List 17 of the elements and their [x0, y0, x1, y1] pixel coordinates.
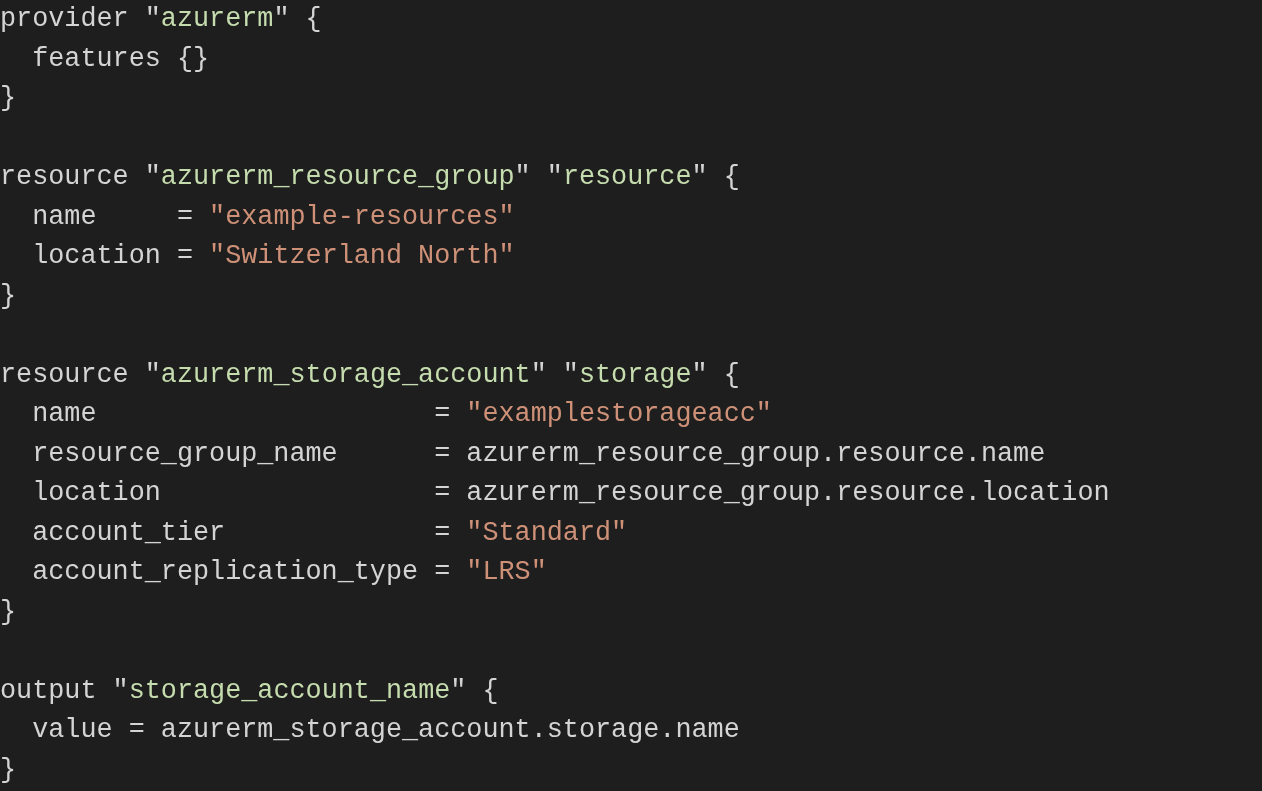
code-line: }	[0, 279, 17, 313]
code-line: value = azurerm_storage_account.storage.name	[31, 714, 740, 747]
code-line: name = "example-resources"	[31, 200, 515, 234]
code-line: features {}	[31, 42, 210, 76]
code-line: name = "examplestorageacc"	[31, 398, 772, 431]
code-line: }	[0, 753, 17, 787]
code-line: }	[0, 595, 17, 629]
code-line: account_replication_type = "LRS"	[31, 556, 547, 589]
code-line: provider "azurerm" {	[0, 3, 322, 36]
code-line: account_tier = "Standard"	[31, 516, 628, 550]
code-line: resource_group_name = azurerm_resource_group.resource.name	[31, 437, 1046, 471]
code-line: }	[0, 82, 17, 115]
code-line: resource "azurerm_storage_account" "storage" {	[0, 358, 740, 392]
code-line: location = "Switzerland North"	[31, 240, 515, 273]
code-line: location = azurerm_resource_group.resource.location	[31, 477, 1110, 510]
code-line: resource "azurerm_resource_group" "resource" {	[0, 161, 740, 194]
code-line: output "storage_account_name" {	[0, 674, 499, 708]
